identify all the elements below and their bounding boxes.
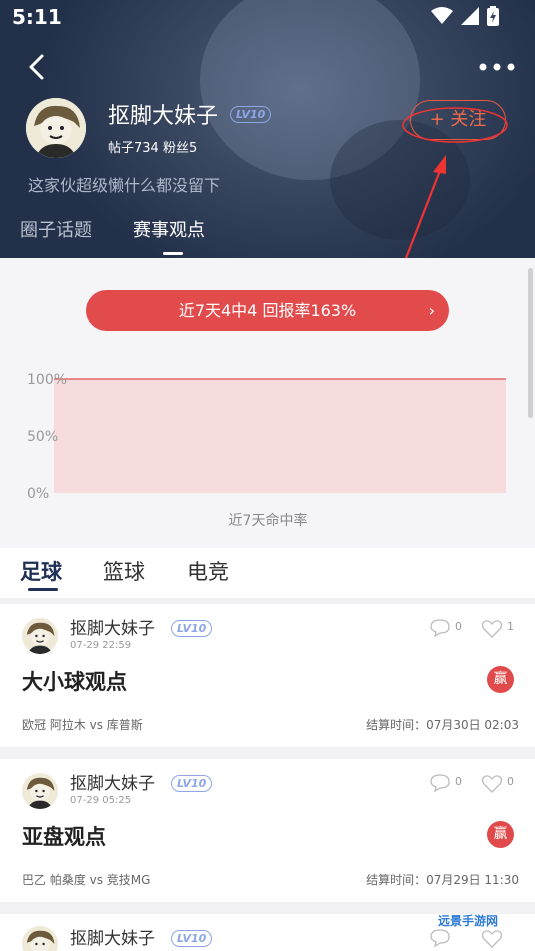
meme-face-icon bbox=[22, 618, 58, 654]
status-bar: 5:11 bbox=[0, 0, 535, 36]
tab-basketball[interactable]: 篮球 bbox=[103, 556, 145, 586]
heart-icon[interactable] bbox=[481, 619, 503, 639]
back-icon[interactable] bbox=[22, 50, 52, 84]
wifi-icon bbox=[431, 7, 453, 24]
level-badge: LV10 bbox=[171, 930, 213, 947]
status-time: 5:11 bbox=[12, 5, 62, 29]
y-tick-label: 100% bbox=[27, 372, 67, 388]
tab-circle-topics[interactable]: 圈子话题 bbox=[20, 216, 92, 242]
avatar[interactable] bbox=[22, 618, 58, 654]
win-badge: 赢 bbox=[487, 821, 514, 848]
comment-icon[interactable] bbox=[430, 773, 450, 793]
comment-icon[interactable] bbox=[430, 618, 450, 638]
chart-area-fill bbox=[54, 379, 506, 493]
heart-icon[interactable] bbox=[481, 774, 503, 794]
summary-text: 近7天4中4 回报率163% bbox=[178, 301, 357, 320]
tab-active-indicator bbox=[163, 252, 183, 255]
meme-face-icon bbox=[26, 98, 86, 158]
post-title: 亚盘观点 bbox=[22, 825, 106, 849]
chevron-right-icon: › bbox=[428, 301, 435, 320]
match-info: 巴乙 帕桑度 vs 竞技MG bbox=[22, 873, 151, 887]
list-item[interactable]: 抠脚大妹子 LV10 07-29 05:25 0 0 亚盘观点 赢 巴乙 帕桑度… bbox=[0, 759, 535, 902]
y-tick-label: 50% bbox=[27, 429, 58, 445]
author-name: 抠脚大妹子 bbox=[70, 774, 155, 794]
scrollbar[interactable] bbox=[528, 268, 533, 418]
watermark: 远景手游网 bbox=[438, 914, 499, 928]
heart-icon[interactable] bbox=[481, 929, 503, 949]
comment-count: 0 bbox=[455, 620, 462, 633]
user-bio: 这家伙超级懒什么都没留下 bbox=[28, 176, 221, 195]
post-title: 大小球观点 bbox=[22, 670, 127, 694]
level-badge: LV10 bbox=[171, 775, 213, 792]
meme-face-icon bbox=[22, 926, 58, 951]
avatar[interactable] bbox=[26, 98, 86, 158]
meme-face-icon bbox=[22, 773, 58, 809]
avatar[interactable] bbox=[22, 773, 58, 809]
comment-count: 0 bbox=[455, 775, 462, 788]
level-badge: LV10 bbox=[171, 620, 213, 637]
battery-icon bbox=[487, 6, 499, 26]
post-time: 07-29 05:25 bbox=[70, 795, 132, 806]
hit-rate-chart: 0% 50% 100% 近7天命中率 bbox=[27, 372, 506, 529]
author-name: 抠脚大妹子 bbox=[70, 929, 155, 949]
sport-tab-indicator bbox=[28, 588, 58, 591]
user-stats: 帖子734 粉丝5 bbox=[108, 141, 198, 156]
profile-header: 5:11 抠脚大妹子 LV10 帖子734 粉丝5 + 关注 这家伙超级懒什么都… bbox=[0, 0, 535, 258]
user-name: 抠脚大妹子 bbox=[108, 104, 219, 129]
y-tick-label: 0% bbox=[27, 486, 49, 502]
level-badge: LV10 bbox=[230, 106, 272, 123]
list-item[interactable]: 抠脚大妹子 LV10 07-29 22:59 0 1 大小球观点 赢 欧冠 阿拉… bbox=[0, 604, 535, 747]
status-icons bbox=[431, 6, 499, 26]
like-count: 1 bbox=[507, 620, 514, 633]
tab-esports[interactable]: 电竞 bbox=[187, 556, 229, 586]
tab-match-views[interactable]: 赛事观点 bbox=[133, 216, 205, 242]
like-count: 0 bbox=[507, 775, 514, 788]
win-badge: 赢 bbox=[487, 666, 514, 693]
settle-time: 结算时间：07月29日 11:30 bbox=[366, 873, 519, 887]
summary-pill[interactable]: 近7天4中4 回报率163% › bbox=[86, 290, 449, 331]
comment-icon[interactable] bbox=[430, 928, 450, 948]
signal-icon bbox=[461, 7, 479, 25]
follow-button[interactable]: + 关注 bbox=[410, 100, 506, 140]
match-info: 欧冠 阿拉木 vs 库普斯 bbox=[22, 718, 143, 732]
sport-tabs: 足球 篮球 电竞 bbox=[0, 548, 535, 598]
more-icon[interactable] bbox=[477, 56, 517, 78]
author-name: 抠脚大妹子 bbox=[70, 619, 155, 639]
tab-football[interactable]: 足球 bbox=[20, 556, 62, 586]
chart-x-label: 近7天命中率 bbox=[229, 512, 308, 529]
post-time: 07-29 22:59 bbox=[70, 640, 132, 651]
avatar[interactable] bbox=[22, 926, 58, 951]
settle-time: 结算时间：07月30日 02:03 bbox=[366, 718, 519, 732]
